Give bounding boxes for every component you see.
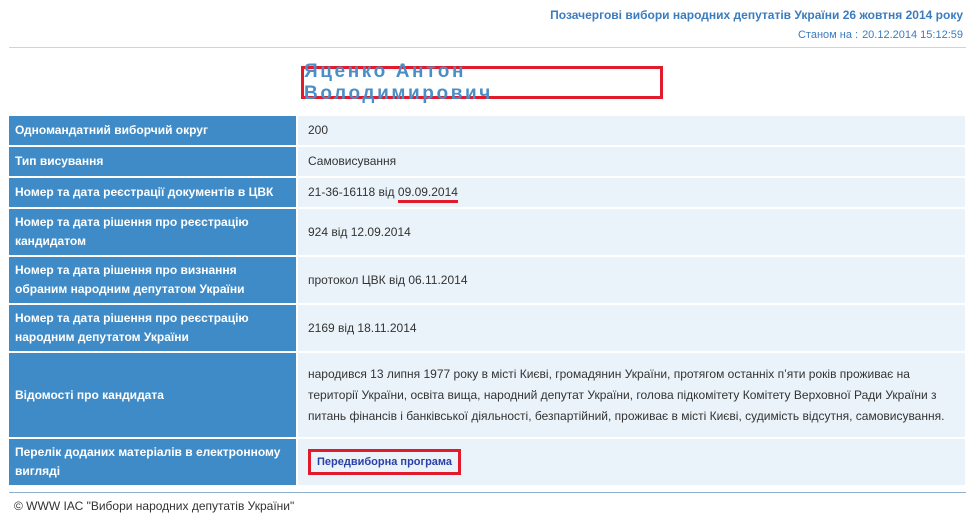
table-row: Номер та дата рішення про визнання обран…	[9, 257, 965, 303]
registration-date: 09.09.2014	[397, 185, 458, 203]
row-label-nomination-type: Тип висування	[9, 147, 296, 176]
row-value-registration-docs: 21-36-16118 від 09.09.2014	[296, 178, 965, 207]
table-row: Номер та дата рішення про реєстрацію нар…	[9, 305, 965, 351]
row-label-registration-docs: Номер та дата реєстрації документів в ЦВ…	[9, 178, 296, 207]
candidate-name-box: Яценко Антон Володимирович	[301, 61, 663, 104]
row-label-deputy-registration: Номер та дата рішення про реєстрацію нар…	[9, 305, 296, 351]
candidate-name: Яценко Антон Володимирович	[304, 60, 493, 104]
table-row: Номер та дата реєстрації документів в ЦВ…	[9, 178, 965, 207]
footer-copyright: © WWW ІАС "Вибори народних депутатів Укр…	[14, 499, 295, 513]
row-label-candidate-registration: Номер та дата рішення про реєстрацію кан…	[9, 209, 296, 255]
table-row: Перелік доданих матеріалів в електронном…	[9, 439, 965, 485]
row-label-candidate-details: Відомості про кандидата	[9, 353, 296, 437]
table-row: Номер та дата рішення про реєстрацію кан…	[9, 209, 965, 255]
table-row: Одномандатний виборчий округ 200	[9, 116, 965, 145]
header-divider	[9, 47, 966, 48]
status-timestamp: Станом на :20.12.2014 15:12:59	[798, 29, 963, 41]
row-value-attached-materials: Передвиборна програма	[296, 439, 965, 485]
table-row: Тип висування Самовисування	[9, 147, 965, 176]
election-title: Позачергові вибори народних депутатів Ук…	[550, 8, 963, 22]
election-program-link[interactable]: Передвиборна програма	[308, 449, 462, 475]
candidate-info-table: Одномандатний виборчий округ 200 Тип вис…	[9, 114, 965, 487]
row-value-candidate-registration: 924 від 12.09.2014	[296, 209, 965, 255]
footer-divider	[9, 492, 966, 493]
table-row: Відомості про кандидата народився 13 лип…	[9, 353, 965, 437]
row-label-elected-decision: Номер та дата рішення про визнання обран…	[9, 257, 296, 303]
status-label: Станом на :	[797, 29, 859, 41]
row-value-elected-decision: протокол ЦВК від 06.11.2014	[296, 257, 965, 303]
row-label-district: Одномандатний виборчий округ	[9, 116, 296, 145]
row-value-candidate-details: народився 13 липня 1977 року в місті Киє…	[296, 353, 965, 437]
row-value-deputy-registration: 2169 від 18.11.2014	[296, 305, 965, 351]
registration-number: 21-36-16118 від	[308, 185, 398, 199]
row-value-nomination-type: Самовисування	[296, 147, 965, 176]
row-value-district: 200	[296, 116, 965, 145]
row-label-attached-materials: Перелік доданих матеріалів в електронном…	[9, 439, 296, 485]
status-date: 20.12.2014 15:12:59	[862, 29, 963, 41]
